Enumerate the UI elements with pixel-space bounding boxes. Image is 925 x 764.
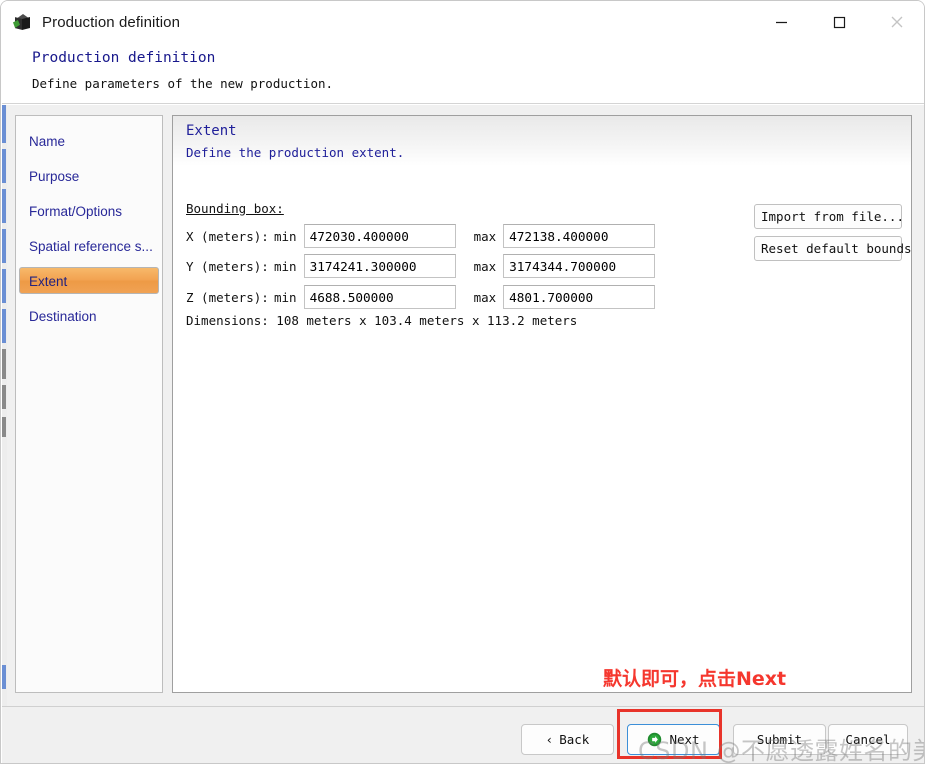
annotation-note: 默认即可，点击Next: [603, 668, 787, 690]
maximize-icon[interactable]: [810, 1, 868, 43]
back-button[interactable]: ‹ Back: [521, 724, 614, 755]
back-button-label: Back: [559, 732, 590, 747]
sidebar-item-name[interactable]: Name: [19, 127, 159, 154]
application-window: Production definition Production definit…: [0, 0, 925, 764]
max-label-y: max: [473, 258, 497, 274]
sidebar-item-extent[interactable]: Extent: [19, 267, 159, 294]
x-max-input[interactable]: [503, 224, 656, 248]
content-panel: Extent Define the production extent. Bou…: [172, 115, 912, 693]
window-title: Production definition: [42, 13, 181, 31]
window-controls: [752, 1, 924, 43]
min-label-x: min: [274, 228, 297, 244]
close-icon[interactable]: [868, 1, 924, 43]
chevron-left-icon: ‹: [545, 732, 554, 747]
submit-button[interactable]: Submit: [733, 724, 826, 755]
page-subtitle: Define the production extent.: [186, 145, 405, 160]
axis-label-x: X (meters):: [186, 228, 269, 244]
dimensions-text: Dimensions: 108 meters x 103.4 meters x …: [186, 313, 578, 328]
max-label-z: max: [473, 289, 497, 305]
wizard-header: Production definition Define parameters …: [2, 43, 924, 104]
title-bar-left: Production definition: [1, 12, 752, 32]
sidebar-item-format-options[interactable]: Format/Options: [19, 197, 159, 224]
min-label-z: min: [274, 289, 297, 305]
max-label-x: max: [473, 228, 497, 244]
sidebar-item-destination[interactable]: Destination: [19, 302, 159, 329]
cube-icon: [13, 12, 33, 32]
reset-default-bounds-button[interactable]: Reset default bounds: [754, 236, 911, 261]
sidebar-item-spatial-reference[interactable]: Spatial reference s...: [19, 232, 159, 259]
y-max-input[interactable]: [503, 254, 656, 278]
page-title: Extent: [186, 123, 237, 139]
left-accent-strip: [2, 105, 7, 706]
footer-bar: ‹ Back Next Submit Cancel: [2, 706, 924, 763]
axis-label-z: Z (meters):: [186, 289, 269, 305]
axis-label-y: Y (meters):: [186, 258, 269, 274]
title-bar: Production definition: [1, 1, 924, 43]
y-min-input[interactable]: [303, 254, 456, 278]
z-min-input[interactable]: [303, 285, 456, 309]
z-max-input[interactable]: [503, 285, 656, 309]
extent-row-z: Z (meters): min max: [186, 285, 656, 309]
next-button[interactable]: Next: [627, 724, 720, 755]
import-from-file-button[interactable]: Import from file...: [754, 204, 904, 229]
extent-row-y: Y (meters): min max: [186, 254, 656, 278]
wizard-header-subtitle: Define parameters of the new production.: [32, 76, 334, 91]
x-min-input[interactable]: [303, 224, 456, 248]
bounding-box-label: Bounding box:: [186, 201, 284, 216]
sidebar-item-purpose[interactable]: Purpose: [19, 162, 159, 189]
next-button-label: Next: [669, 732, 700, 747]
min-label-y: min: [274, 258, 297, 274]
sidebar-nav: Name Purpose Format/Options Spatial refe…: [15, 115, 163, 693]
green-arrow-right-icon: [647, 732, 662, 747]
extent-row-x: X (meters): min max: [186, 224, 656, 248]
body-area: Name Purpose Format/Options Spatial refe…: [2, 105, 924, 706]
cancel-button[interactable]: Cancel: [828, 724, 908, 755]
wizard-header-title: Production definition: [32, 50, 216, 66]
minimize-icon[interactable]: [752, 1, 810, 43]
